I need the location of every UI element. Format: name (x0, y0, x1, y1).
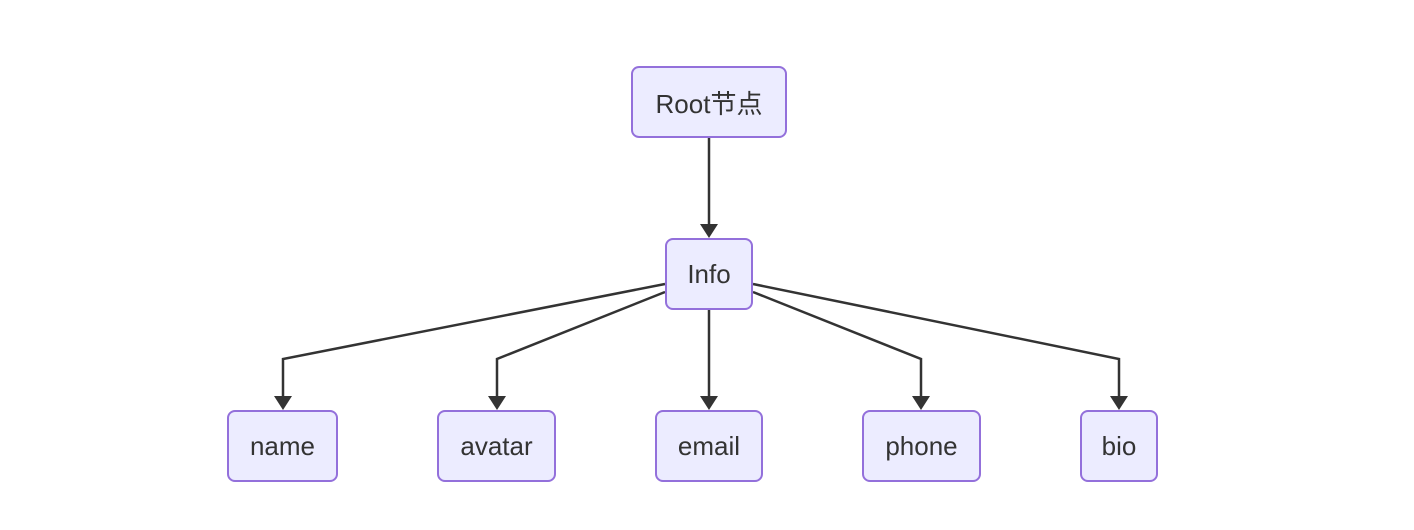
node-avatar-label: avatar (460, 430, 533, 461)
node-bio: bio (1080, 410, 1158, 482)
node-phone-label: phone (885, 430, 958, 461)
node-info-label: Info (687, 258, 731, 289)
node-phone: phone (862, 410, 981, 482)
arrowhead-root-info (700, 224, 718, 238)
arrowhead-info-phone (912, 396, 930, 410)
edge-info-bio (752, 282, 1121, 396)
node-name: name (227, 410, 338, 482)
node-email: email (655, 410, 763, 482)
node-avatar: avatar (437, 410, 556, 482)
node-root-label: Root节点 (655, 88, 763, 119)
arrowhead-info-name (274, 396, 292, 410)
node-info: Info (665, 238, 753, 310)
edge-info-avatar (495, 290, 666, 396)
node-name-label: name (249, 430, 316, 461)
node-root: Root节点 (631, 66, 787, 138)
edge-info-name (281, 282, 666, 396)
node-bio-label: bio (1101, 430, 1137, 461)
node-email-label: email (677, 430, 741, 461)
arrowhead-info-bio (1110, 396, 1128, 410)
arrowhead-info-avatar (488, 396, 506, 410)
arrowhead-info-email (700, 396, 718, 410)
edge-info-phone (752, 290, 923, 396)
